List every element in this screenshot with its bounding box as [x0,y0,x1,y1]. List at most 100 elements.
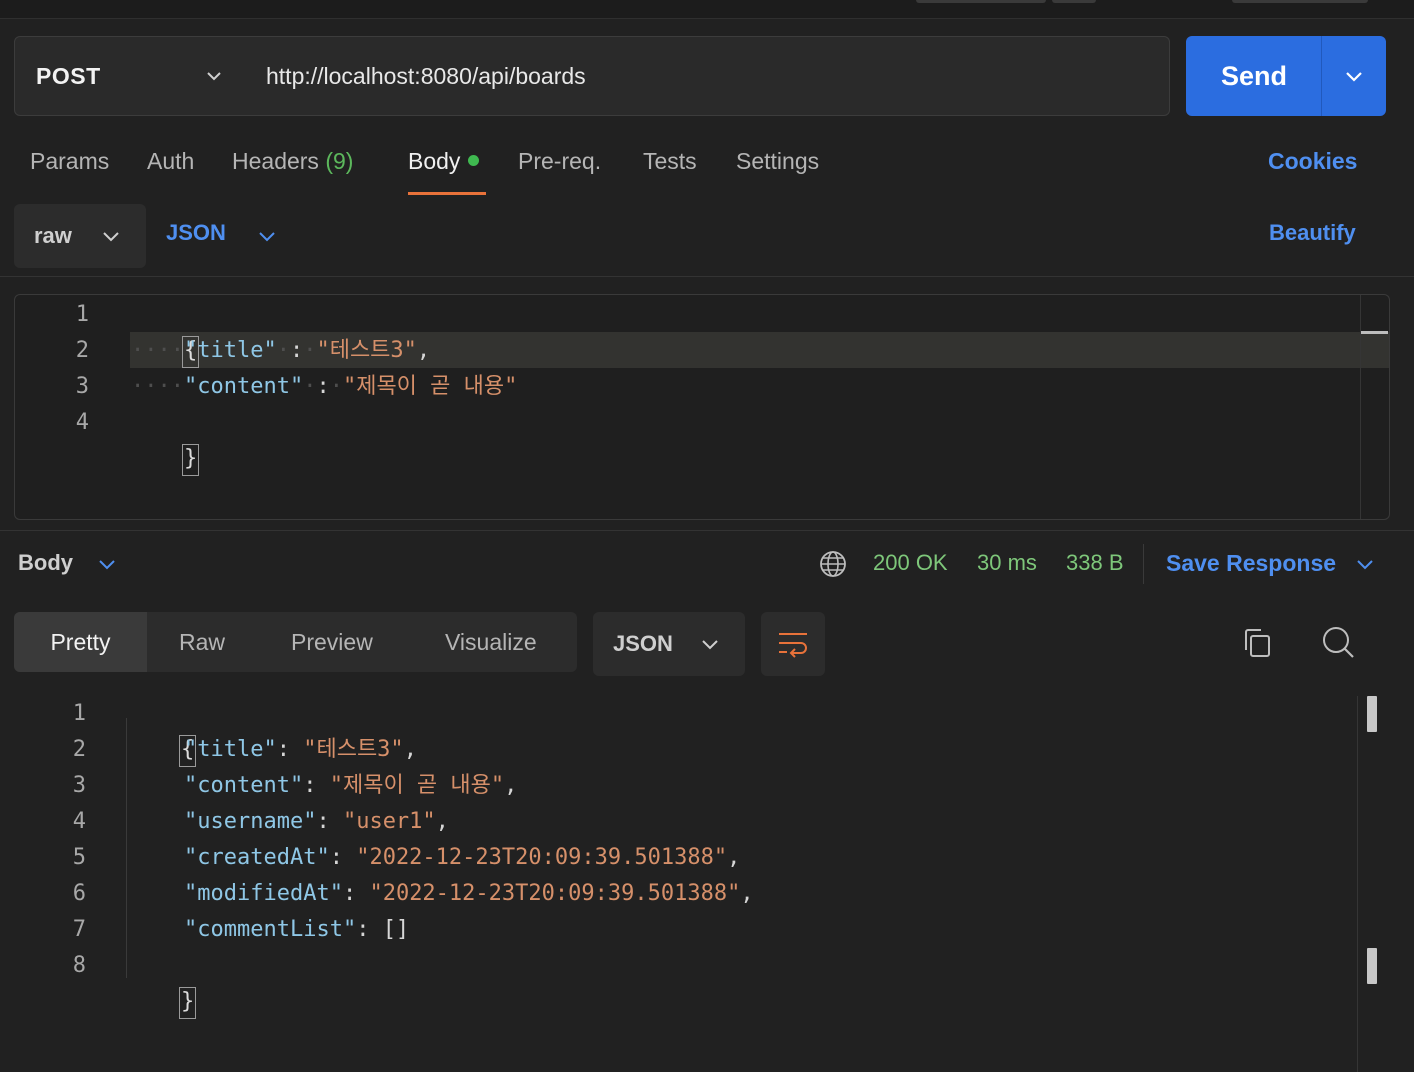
response-format-label: JSON [613,631,673,656]
globe-icon[interactable] [818,549,848,579]
tab-body-label: Body [408,148,461,174]
line-number: 5 [72,845,86,870]
divider [1143,544,1144,584]
view-tab-preview[interactable]: Preview [291,612,373,672]
method-label: POST [36,62,101,89]
code-line: "username": "user1", [184,809,449,834]
body-mode-label: raw [34,223,72,248]
tab-headers[interactable]: Headers (9) [232,148,353,175]
editor-overview-ruler [1360,295,1361,519]
json-key: "content" [184,773,304,798]
top-strip-tab [1232,0,1368,3]
send-options-button[interactable] [1321,36,1386,116]
line-number: 3 [75,374,89,399]
chevron-down-icon [702,640,718,650]
code-line: "modifiedAt": "2022-12-23T20:09:39.50138… [184,881,754,906]
json-key: "title" [184,737,277,762]
line-number: 4 [72,809,86,834]
active-tab-indicator [408,192,486,195]
search-icon[interactable] [1320,624,1356,660]
response-format-select[interactable]: JSON [593,612,745,676]
json-string: "제목이 곧 내용" [329,773,505,798]
response-size[interactable]: 338 B [1066,550,1124,576]
tab-auth[interactable]: Auth [147,148,194,175]
body-language-select[interactable]: JSON [166,220,226,246]
json-key: "content" [183,374,304,399]
chevron-down-icon [1346,72,1362,82]
body-modified-dot [468,155,480,166]
copy-icon[interactable] [1240,626,1274,660]
scrollbar-marker[interactable] [1367,948,1377,984]
tab-params[interactable]: Params [30,148,109,175]
response-section-select[interactable]: Body [18,550,73,576]
scrollbar-marker[interactable] [1367,696,1377,732]
json-key: "commentList" [184,917,357,942]
top-strip-tab [1052,0,1096,3]
send-button[interactable]: Send [1186,36,1322,116]
url-input[interactable]: http://localhost:8080/api/boards [245,36,1170,116]
json-key: "title" [183,338,277,363]
wrap-lines-button[interactable] [761,612,825,676]
view-tab-raw[interactable]: Raw [179,612,225,672]
view-tab-pretty[interactable]: Pretty [14,612,147,672]
tab-tests[interactable]: Tests [643,148,697,175]
json-key: "username" [184,809,317,834]
code-line: } [126,948,197,1019]
line-number: 4 [75,410,89,435]
top-strip-tab [916,0,1046,3]
tab-headers-label: Headers [232,148,319,174]
json-key: "createdAt" [184,845,330,870]
overview-ruler [1357,696,1358,1072]
window-top-strip [0,0,1414,19]
json-string: "테스트3" [303,737,404,762]
pane-divider[interactable] [0,530,1414,531]
json-string: "2022-12-23T20:09:39.501388" [356,845,728,870]
chevron-down-icon[interactable] [1356,558,1374,572]
tab-body[interactable]: Body [408,148,480,175]
method-select[interactable]: POST [14,36,246,116]
response-time[interactable]: 30 ms [977,550,1037,576]
view-tab-visualize[interactable]: Visualize [445,612,537,672]
cookies-link[interactable]: Cookies [1268,148,1357,175]
save-response-button[interactable]: Save Response [1166,550,1336,577]
editor-cursor-marker [1361,331,1388,334]
tab-settings[interactable]: Settings [736,148,819,175]
json-array: [] [382,917,410,942]
body-mode-select[interactable]: raw [14,204,146,268]
json-string: "user1" [342,809,436,834]
close-brace: } [181,444,200,476]
line-number: 2 [72,737,86,762]
beautify-button[interactable]: Beautify [1269,220,1356,246]
line-number: 1 [75,302,89,327]
request-body-editor[interactable]: 1 2 3 4 { ····"title"·:·"테스트3", ····"con… [14,294,1390,520]
close-brace: } [178,987,197,1019]
json-key: "modifiedAt" [184,881,343,906]
line-number: 3 [72,773,86,798]
chevron-down-icon [103,232,119,242]
wrap-lines-icon [779,633,807,658]
url-text: http://localhost:8080/api/boards [266,62,586,89]
json-string: "제목이 곧 내용" [342,374,518,399]
line-number: 6 [72,881,86,906]
code-line: "createdAt": "2022-12-23T20:09:39.501388… [184,845,741,870]
headers-count-badge: (9) [325,148,354,174]
json-string: "2022-12-23T20:09:39.501388" [369,881,741,906]
tab-prereq[interactable]: Pre-req. [518,148,601,175]
json-string: "테스트3" [316,338,417,363]
chevron-down-icon[interactable] [258,230,276,244]
response-body-viewer[interactable]: 1 2 3 4 5 6 7 8 { "title": "테스트3", "cont… [0,696,1414,1072]
line-number: 2 [75,338,89,363]
divider [0,276,1414,277]
status-code[interactable]: 200 OK [873,550,948,576]
chevron-down-icon [207,72,221,81]
code-line: "content": "제목이 곧 내용", [184,773,518,798]
chevron-down-icon[interactable] [98,558,116,572]
code-line: { [129,297,200,368]
line-number: 1 [72,701,86,726]
code-line: "title": "테스트3", [184,737,417,762]
code-line: ····"content"·:·"제목이 곧 내용" [131,374,518,399]
code-line: "commentList": [] [184,917,410,942]
line-number: 7 [72,917,86,942]
code-line: } [129,405,200,476]
code-line: { [126,696,197,767]
